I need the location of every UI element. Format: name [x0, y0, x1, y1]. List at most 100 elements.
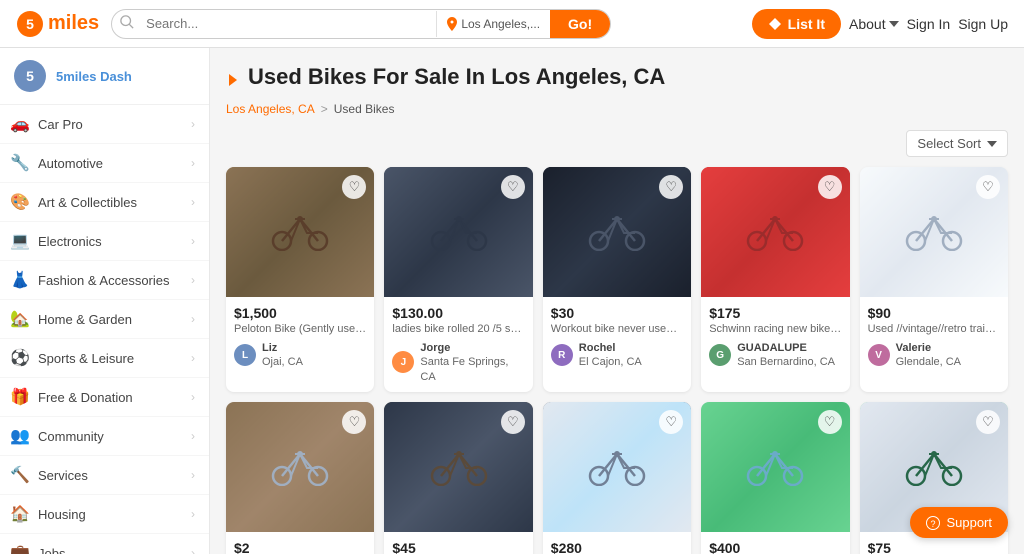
listing-card[interactable]: ♡ $2 Wanted cheap used bike ti... m mart… — [226, 402, 374, 554]
sidebar-arrow-jobs: › — [191, 546, 195, 554]
list-it-button[interactable]: List It — [752, 9, 841, 39]
sidebar-user[interactable]: 5 5miles Dash — [0, 48, 209, 105]
sidebar-item-electronics[interactable]: 💻 Electronics › — [0, 222, 209, 261]
card-body: $130.00 ladies bike rolled 20 /5 spe... … — [384, 297, 532, 392]
sidebar-icon-automotive: 🔧 — [10, 153, 30, 173]
support-icon: ? — [926, 516, 940, 530]
seller-name: Liz — [262, 341, 303, 355]
bike-svg — [270, 213, 330, 251]
listing-card[interactable]: ♡ $130.00 ladies bike rolled 20 /5 spe..… — [384, 167, 532, 392]
sidebar-item-left: 🚗 Car Pro — [10, 114, 83, 134]
card-seller: V Valerie Glendale, CA — [868, 341, 1000, 370]
sort-select[interactable]: Select Sort — [906, 130, 1008, 157]
heart-icon[interactable]: ♡ — [818, 175, 842, 199]
listings-grid: ♡ $1,500 Peloton Bike (Gently used -... … — [226, 167, 1008, 554]
seller-location: Ojai, CA — [262, 355, 303, 369]
sidebar-item-art-collectibles[interactable]: 🎨 Art & Collectibles › — [0, 183, 209, 222]
svg-text:?: ? — [931, 519, 936, 529]
seller-info: Jorge Santa Fe Springs, CA — [420, 341, 524, 384]
support-button[interactable]: ? Support — [910, 507, 1008, 538]
listing-card[interactable]: ♡ $400 Great bike/used twice A A Santa M… — [701, 402, 849, 554]
listing-card[interactable]: ♡ $280 SPECIALIZED SUMUS BIKE ... C Ceri… — [543, 402, 691, 554]
card-body: $1,500 Peloton Bike (Gently used -... L … — [226, 297, 374, 378]
sidebar-item-left: ⚽ Sports & Leisure — [10, 348, 134, 368]
breadcrumb-sep: > — [321, 102, 328, 116]
sidebar-arrow-home-garden: › — [191, 312, 195, 326]
card-description: Peloton Bike (Gently used -... — [234, 323, 366, 335]
sidebar-label-sports-leisure: Sports & Leisure — [38, 351, 134, 366]
heart-icon[interactable]: ♡ — [976, 175, 1000, 199]
card-price: $2 — [234, 540, 366, 554]
logo-text: miles — [48, 12, 99, 35]
bike-svg — [429, 448, 489, 486]
sidebar-label-car-pro: Car Pro — [38, 117, 83, 132]
sidebar-item-housing[interactable]: 🏠 Housing › — [0, 495, 209, 534]
logo[interactable]: 5 miles — [16, 10, 99, 38]
bike-svg — [429, 213, 489, 251]
sidebar-icon-community: 👥 — [10, 426, 30, 446]
sidebar-item-fashion-accessories[interactable]: 👗 Fashion & Accessories › — [0, 261, 209, 300]
sidebar-item-home-garden[interactable]: 🏡 Home & Garden › — [0, 300, 209, 339]
card-seller: L Liz Ojai, CA — [234, 341, 366, 370]
heart-icon[interactable]: ♡ — [501, 175, 525, 199]
card-price: $280 — [551, 540, 683, 554]
listing-card[interactable]: ♡ $30 Workout bike never used s... R Roc… — [543, 167, 691, 392]
search-icon — [112, 15, 142, 32]
location-button[interactable]: Los Angeles,... — [436, 11, 550, 37]
sidebar-icon-jobs: 💼 — [10, 543, 30, 554]
header: 5 miles Los Angeles,... Go! List It Abou… — [0, 0, 1024, 48]
sidebar-item-sports-leisure[interactable]: ⚽ Sports & Leisure › — [0, 339, 209, 378]
about-label: About — [849, 16, 886, 32]
sidebar-arrow-free-donation: › — [191, 390, 195, 404]
card-body: $280 SPECIALIZED SUMUS BIKE ... C Cerita… — [543, 532, 691, 554]
heart-icon[interactable]: ♡ — [818, 410, 842, 434]
card-body: $175 Schwinn racing new bike fo... G GUA… — [701, 297, 849, 378]
main-content: Used Bikes For Sale In Los Angeles, CA L… — [210, 48, 1024, 554]
seller-name: GUADALUPE — [737, 341, 835, 355]
main-layout: 5 5miles Dash 🚗 Car Pro › 🔧 Automotive ›… — [0, 48, 1024, 554]
title-arrow-icon — [226, 73, 240, 87]
seller-info: Valerie Glendale, CA — [896, 341, 961, 370]
listing-card[interactable]: ♡ $1,500 Peloton Bike (Gently used -... … — [226, 167, 374, 392]
search-input[interactable] — [142, 10, 436, 37]
sidebar-item-automotive[interactable]: 🔧 Automotive › — [0, 144, 209, 183]
seller-name: Jorge — [420, 341, 524, 355]
card-description: ladies bike rolled 20 /5 spe... — [392, 323, 524, 335]
sidebar-label-fashion-accessories: Fashion & Accessories — [38, 273, 170, 288]
seller-info: Liz Ojai, CA — [262, 341, 303, 370]
sidebar-icon-free-donation: 🎁 — [10, 387, 30, 407]
sidebar-item-community[interactable]: 👥 Community › — [0, 417, 209, 456]
sidebar-item-car-pro[interactable]: 🚗 Car Pro › — [0, 105, 209, 144]
seller-avatar: L — [234, 344, 256, 366]
sidebar-arrow-fashion-accessories: › — [191, 273, 195, 287]
sidebar-item-left: 💼 Jobs — [10, 543, 65, 554]
heart-icon[interactable]: ♡ — [659, 175, 683, 199]
go-button[interactable]: Go! — [550, 10, 610, 38]
page-title-row: Used Bikes For Sale In Los Angeles, CA — [226, 64, 1008, 96]
sidebar-arrow-housing: › — [191, 507, 195, 521]
sidebar-item-left: 🎁 Free & Donation — [10, 387, 133, 407]
sidebar-label-jobs: Jobs — [38, 546, 65, 554]
listing-card[interactable]: ♡ $90 Used //vintage//retro traini... V … — [860, 167, 1008, 392]
sign-in-button[interactable]: Sign In — [907, 16, 951, 32]
sidebar-arrow-automotive: › — [191, 156, 195, 170]
bike-svg — [587, 213, 647, 251]
about-button[interactable]: About — [849, 16, 899, 32]
breadcrumb-city[interactable]: Los Angeles, CA — [226, 102, 315, 116]
heart-icon[interactable]: ♡ — [976, 410, 1000, 434]
page-title: Used Bikes For Sale In Los Angeles, CA — [248, 64, 665, 90]
sign-up-button[interactable]: Sign Up — [958, 16, 1008, 32]
heart-icon[interactable]: ♡ — [659, 410, 683, 434]
card-body: $30 Workout bike never used s... R Roche… — [543, 297, 691, 378]
sidebar-item-services[interactable]: 🔨 Services › — [0, 456, 209, 495]
sidebar-item-jobs[interactable]: 💼 Jobs › — [0, 534, 209, 554]
sidebar-item-left: 🏡 Home & Garden — [10, 309, 132, 329]
card-price: $30 — [551, 305, 683, 321]
listing-card[interactable]: ♡ $175 Schwinn racing new bike fo... G G… — [701, 167, 849, 392]
listing-card[interactable]: ♡ $45 cute purple monster high ... V Val… — [384, 402, 532, 554]
seller-location: San Bernardino, CA — [737, 355, 835, 369]
heart-icon[interactable]: ♡ — [501, 410, 525, 434]
sidebar-item-free-donation[interactable]: 🎁 Free & Donation › — [0, 378, 209, 417]
card-description: Used //vintage//retro traini... — [868, 323, 1000, 335]
support-label: Support — [946, 515, 992, 530]
